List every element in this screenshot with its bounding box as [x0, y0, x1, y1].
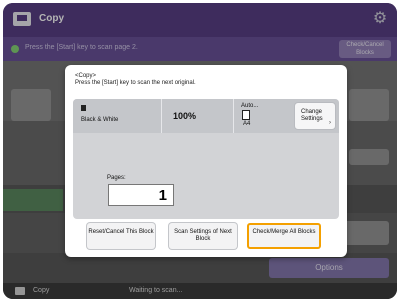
color-mode-value: Black & White	[81, 117, 119, 123]
reset-cancel-block-button[interactable]: Reset/Cancel This Block	[87, 223, 155, 249]
scan-next-dialog: <Copy> Press the [Start] key to scan the…	[65, 65, 347, 257]
chevron-right-icon: ›	[329, 120, 331, 126]
dialog-instruction: Press the [Start] key to scan the next o…	[75, 80, 196, 86]
zoom-value: 100%	[173, 111, 197, 121]
dialog-heading: <Copy>	[75, 73, 97, 79]
change-settings-label: Change Settings	[301, 109, 323, 122]
settings-panel: Black & White 100% Auto... A4 Change Set…	[73, 99, 339, 219]
scan-settings-next-block-button[interactable]: Scan Settings of Next Block	[169, 223, 237, 249]
paper-icon	[242, 110, 250, 120]
copy-screen: Copy ⚙ Press the [Start] key to scan pag…	[3, 3, 397, 299]
pages-value: 1	[158, 187, 167, 204]
paper-size-value: A4	[243, 121, 251, 127]
pages-label: Pages:	[107, 175, 126, 181]
change-settings-button[interactable]: Change Settings ›	[295, 103, 335, 129]
zoom-cell	[161, 99, 234, 133]
check-merge-all-blocks-button[interactable]: Check/Merge All Blocks	[247, 223, 321, 249]
pages-field[interactable]: 1	[108, 184, 174, 206]
current-settings-row: Black & White 100% Auto... A4 Change Set…	[73, 99, 339, 133]
black-white-icon	[81, 105, 86, 111]
color-mode-cell	[73, 99, 162, 133]
paper-select-value: Auto...	[241, 103, 259, 109]
